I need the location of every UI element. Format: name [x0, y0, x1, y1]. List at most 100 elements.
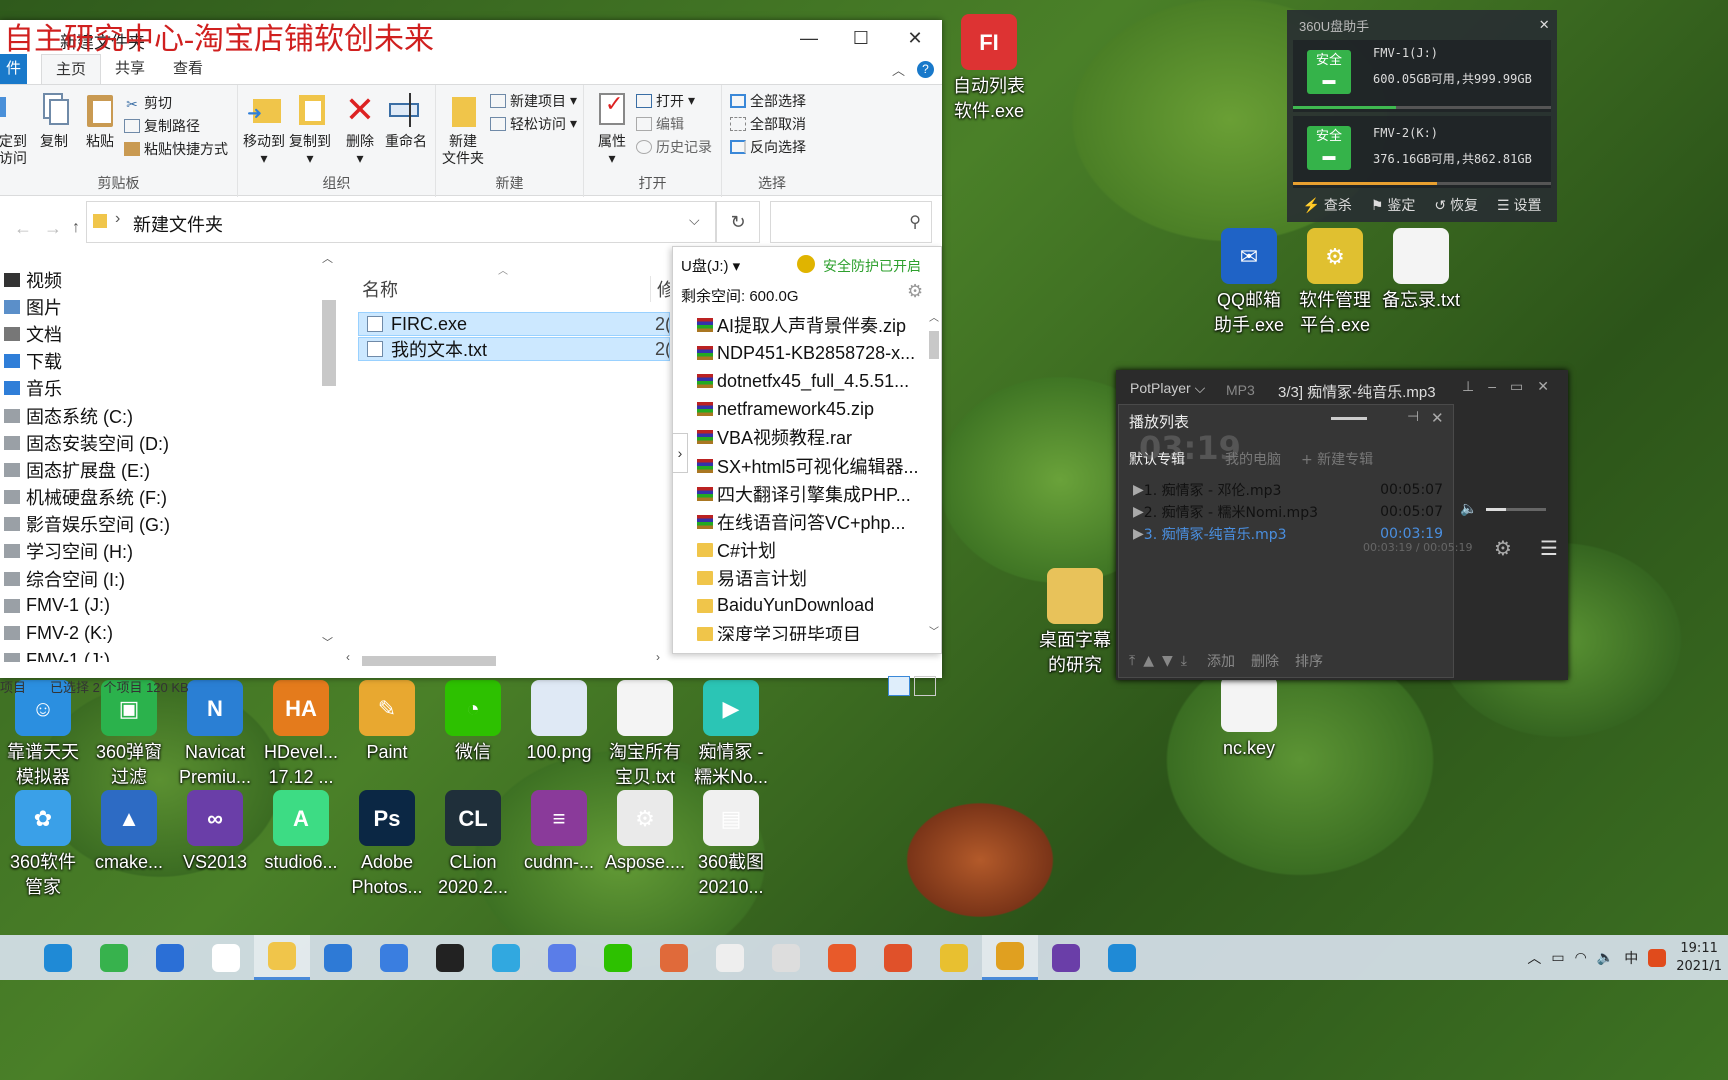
nav-item[interactable]: 固态安装空间 (D:) — [0, 429, 338, 456]
taskbar-paint-3d-button[interactable] — [814, 935, 870, 980]
usb-file-item[interactable]: 易语言计划 — [673, 564, 929, 592]
usb-file-item[interactable]: VBA视频教程.rar — [673, 423, 929, 451]
tiles-view-icon[interactable] — [914, 676, 936, 696]
up-icon[interactable]: ↑ — [72, 219, 80, 237]
usb-file-item[interactable]: AI提取人声背景伴奏.zip — [673, 311, 929, 339]
open-button[interactable]: 打开 ▾ — [636, 89, 712, 112]
maximize-button[interactable]: ☐ — [836, 20, 886, 56]
minimize-button[interactable]: — — [784, 20, 834, 56]
invert-selection-button[interactable]: 反向选择 — [730, 135, 806, 158]
desktop-icon[interactable]: ▲ cmake... — [86, 790, 172, 875]
usb-file-item[interactable]: 深度学习研毕项目 — [673, 620, 929, 641]
nav-item[interactable]: 视频 — [0, 266, 338, 293]
playlist-track[interactable]: ▶ 1. 痴情冢 - 邓伦.mp3 00:05:07 — [1119, 479, 1453, 501]
chevron-down-icon[interactable]: ⌵ — [689, 212, 700, 229]
identify-button[interactable]: ⚑ 鉴定 — [1371, 195, 1415, 215]
tab-home[interactable]: 主页 — [41, 54, 102, 84]
tab-my-computer[interactable]: 我的电脑 — [1195, 449, 1291, 469]
nav-item[interactable]: FMV-1 (J:) — [0, 592, 338, 619]
tab-share[interactable]: 共享 — [101, 54, 159, 84]
history-button[interactable]: 历史记录 — [636, 135, 712, 158]
volume-slider[interactable] — [1486, 508, 1546, 511]
menu-icon[interactable]: ☰ — [1540, 536, 1558, 561]
new-item-button[interactable]: 新建项目 ▾ — [490, 89, 577, 112]
file-row[interactable]: 我的文本.txt 2( — [358, 337, 670, 361]
move-down-icon[interactable]: ▼ — [1162, 653, 1173, 669]
collapse-ribbon-icon[interactable]: ︿ — [892, 60, 905, 79]
speaker-icon[interactable]: 🔈 — [1460, 500, 1483, 517]
desktop-icon[interactable]: ⚙ Aspose.... — [602, 790, 688, 875]
pin-quick-access-button[interactable]: 定到 访问 — [0, 91, 30, 167]
desktop-icon[interactable]: ▤ 360截图 20210... — [688, 790, 774, 900]
taskbar-add-app-button[interactable] — [758, 935, 814, 980]
desktop-icon[interactable]: ✿ 360软件 管家 — [0, 790, 86, 900]
usb-file-item[interactable]: NDP451-KB2858728-x... — [673, 339, 929, 367]
desktop-icon[interactable]: ⚙ 软件管理 平台.exe — [1292, 228, 1378, 338]
sort-button[interactable]: 排序 — [1295, 651, 1323, 671]
rename-button[interactable]: 重命名 — [384, 91, 428, 150]
volume-icon[interactable]: 🔈 — [1597, 950, 1614, 966]
taskbar-qq-music-button[interactable] — [478, 935, 534, 980]
nav-item[interactable]: 固态扩展盘 (E:) — [0, 456, 338, 483]
network-icon[interactable]: ◠ — [1575, 950, 1587, 966]
search-input[interactable]: ⚲ — [770, 201, 932, 243]
paste-button[interactable]: 粘贴 — [80, 91, 120, 150]
tab-file[interactable]: 件 — [0, 54, 28, 84]
address-bar[interactable]: › 新建文件夹 ⌵ — [86, 201, 716, 243]
playlist-track[interactable]: ▶ 2. 痴情冢 - 糯米Nomi.mp3 00:05:07 — [1119, 501, 1453, 523]
properties-button[interactable]: ✓ 属性 ▾ — [592, 91, 632, 167]
usb-file-item[interactable]: BaiduYunDownload — [673, 592, 929, 620]
forward-icon[interactable]: → — [44, 218, 62, 239]
close-icon[interactable]: ✕ — [1539, 14, 1549, 33]
taskbar-edge-button[interactable] — [30, 935, 86, 980]
usb-scrollbar[interactable]: ︿ ﹀ — [927, 311, 941, 638]
desktop-icon[interactable]: ∞ VS2013 — [172, 790, 258, 875]
nav-item[interactable]: 文档 — [0, 320, 338, 347]
move-bottom-icon[interactable]: ⤓ — [1181, 653, 1187, 669]
easy-access-button[interactable]: 轻松访问 ▾ — [490, 112, 577, 135]
paste-shortcut-button[interactable]: 粘贴快捷方式 — [124, 137, 228, 160]
nav-item[interactable]: 影音娱乐空间 (G:) — [0, 511, 338, 538]
usb-file-item[interactable]: C#计划 — [673, 536, 929, 564]
taskbar-store-button[interactable] — [142, 935, 198, 980]
playlist-opacity-slider[interactable] — [1331, 417, 1367, 420]
horizontal-scrollbar[interactable]: ‹ › — [342, 650, 668, 668]
nav-item[interactable]: 下载 — [0, 348, 338, 375]
nav-item[interactable]: 图片 — [0, 293, 338, 320]
restore-button[interactable]: ↺ 恢复 — [1434, 195, 1478, 215]
usb-file-item[interactable]: SX+html5可视化编辑器... — [673, 451, 929, 479]
details-view-icon[interactable] — [888, 676, 910, 696]
delete-button[interactable]: ✕ 删除 ▾ — [340, 91, 380, 167]
help-icon[interactable]: ? — [917, 60, 934, 78]
pin-icon[interactable]: ⊣ — [1407, 409, 1419, 425]
add-button[interactable]: 添加 — [1207, 651, 1235, 671]
taskbar-folder-yellow-button[interactable] — [926, 935, 982, 980]
tab-view[interactable]: 查看 — [159, 54, 217, 84]
desktop-icon[interactable]: CL CLion 2020.2... — [430, 790, 516, 900]
desktop-icon[interactable]: ✉ QQ邮箱 助手.exe — [1206, 228, 1292, 338]
nav-scrollbar[interactable]: ︿ ﹀ — [322, 250, 336, 649]
usb-file-item[interactable]: dotnetfx45_full_4.5.51... — [673, 367, 929, 395]
scan-button[interactable]: ⚡ 查杀 — [1303, 195, 1352, 215]
nav-item[interactable]: FMV-1 (J:) — [0, 647, 338, 662]
drive-card[interactable]: 安全 ▬ FMV-1(J:) 600.05GB可用,共999.99GB — [1293, 40, 1551, 112]
file-row[interactable]: FIRC.exe 2( — [358, 312, 670, 336]
taskbar-wechat-button[interactable] — [590, 935, 646, 980]
taskbar-visual-studio-button[interactable] — [1038, 935, 1094, 980]
taskbar-notepad-button[interactable] — [310, 935, 366, 980]
settings-button[interactable]: ☰ 设置 — [1497, 195, 1541, 215]
clock[interactable]: 19:11 2021/1 — [1676, 940, 1722, 976]
taskbar-feishu-button[interactable] — [534, 935, 590, 980]
column-name[interactable]: 名称 — [362, 276, 398, 302]
taskbar-kingsoft-button[interactable] — [366, 935, 422, 980]
desktop-icon[interactable]: Ps Adobe Photos... — [344, 790, 430, 900]
desktop-icon[interactable]: 桌面字幕 的研究 — [1032, 568, 1118, 678]
window-controls[interactable]: ⊥–▭✕ — [1462, 378, 1563, 395]
move-top-icon[interactable]: ⤒ — [1129, 653, 1135, 669]
select-all-button[interactable]: 全部选择 — [730, 89, 806, 112]
desktop-icon[interactable]: 备忘录.txt — [1378, 228, 1464, 313]
drive-selector[interactable]: U盘(J:) ▾ — [681, 255, 740, 276]
usb-file-item[interactable]: 四大翻译引擎集成PHP... — [673, 480, 929, 508]
ime-indicator[interactable]: 中 — [1624, 948, 1638, 968]
taskbar-UPX-button[interactable] — [198, 935, 254, 980]
